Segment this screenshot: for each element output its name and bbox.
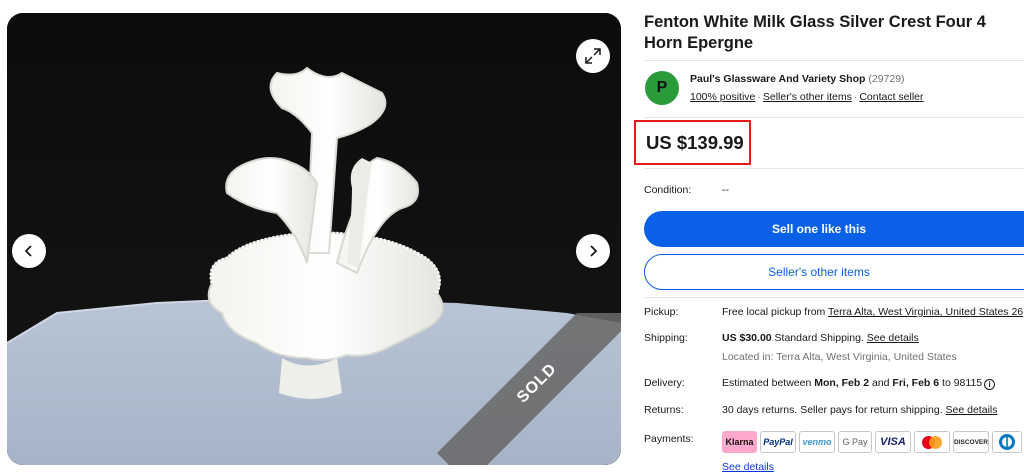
- delivery-value: Estimated between Mon, Feb 2 and Fri, Fe…: [722, 377, 996, 390]
- pickup-label: Pickup:: [644, 306, 679, 318]
- shipping-label: Shipping:: [644, 332, 688, 344]
- discover-icon: DISCOVER: [953, 431, 989, 453]
- seller-links: 100% positive · Seller's other items · Conta…: [690, 91, 924, 103]
- expand-icon: [585, 48, 601, 64]
- gpay-label: G Pay: [842, 437, 868, 447]
- shipping-method: Standard Shipping.: [771, 332, 867, 344]
- other-items-button-label: Seller's other items: [768, 265, 870, 279]
- sell-one-like-this-button[interactable]: Sell one like this: [644, 211, 1024, 247]
- previous-image-button[interactable]: [12, 234, 46, 268]
- expand-image-button[interactable]: [576, 39, 610, 73]
- returns-see-details-link[interactable]: See details: [946, 404, 998, 416]
- delivery-label: Delivery:: [644, 377, 685, 389]
- item-price: US $139.99: [646, 131, 744, 153]
- paypal-icon: PayPal: [760, 431, 796, 453]
- klarna-icon: Klarna: [722, 431, 757, 453]
- pickup-value: Free local pickup from Terra Alta, West …: [722, 306, 1023, 318]
- delivery-and: and: [869, 377, 893, 389]
- seller-feedback-count: (29729): [868, 73, 905, 85]
- venmo-icon: venmo: [799, 431, 835, 453]
- visa-label: VISA: [880, 436, 906, 448]
- returns-label: Returns:: [644, 404, 684, 416]
- condition-label: Condition:: [644, 184, 692, 196]
- visa-icon: VISA: [875, 431, 911, 453]
- item-title: Fenton White Milk Glass Silver Crest Fou…: [644, 13, 986, 52]
- delivery-prefix: Estimated between: [722, 377, 815, 389]
- shipping-value: US $30.00 Standard Shipping. See details: [722, 332, 919, 344]
- paypal-label: PayPal: [763, 437, 793, 447]
- sellers-other-items-button[interactable]: Seller's other items: [644, 254, 1024, 290]
- shipping-cost: US $30.00: [722, 332, 772, 344]
- avatar-letter: P: [656, 79, 668, 96]
- chevron-right-icon: [590, 245, 598, 257]
- delivery-start: Mon, Feb 2: [814, 377, 870, 389]
- sold-label: SOLD: [513, 360, 561, 407]
- sold-ribbon: SOLD: [427, 313, 621, 465]
- seller-name[interactable]: Paul's Glassware And Variety Shop: [690, 73, 865, 85]
- seller-info: P Paul's Glassware And Variety Shop (297…: [644, 60, 1024, 118]
- divider: [644, 297, 1024, 298]
- divider: [644, 168, 1024, 169]
- diners-logo: [999, 434, 1015, 450]
- google-pay-icon: G Pay: [838, 431, 872, 453]
- returns-text: 30 days returns. Seller pays for return …: [722, 404, 946, 416]
- price-highlight: US $139.99: [634, 120, 751, 165]
- discover-label: DISCOVER: [954, 438, 988, 446]
- info-icon[interactable]: i: [984, 379, 996, 390]
- seller-avatar[interactable]: P: [645, 71, 679, 105]
- shipping-see-details-link[interactable]: See details: [867, 332, 919, 344]
- payments-see-details-link[interactable]: See details: [722, 461, 774, 473]
- mastercard-logo: [922, 435, 942, 449]
- delivery-end: Fri, Feb 6: [892, 377, 940, 389]
- pickup-location-link[interactable]: Terra Alta, West Virginia, United States…: [828, 306, 1023, 318]
- mastercard-icon: [914, 431, 950, 453]
- diners-club-icon: [992, 431, 1022, 453]
- returns-value: 30 days returns. Seller pays for return …: [722, 404, 997, 416]
- image-gallery[interactable]: SOLD: [7, 13, 621, 465]
- sell-button-label: Sell one like this: [771, 222, 867, 236]
- chevron-left-icon: [24, 245, 32, 257]
- venmo-label: venmo: [802, 437, 832, 447]
- condition-value: --: [722, 184, 729, 196]
- payment-methods: Klarna PayPal venmo G Pay VISA DISCOVER: [722, 431, 1022, 453]
- klarna-label: Klarna: [725, 437, 754, 447]
- item-location: Located in: Terra Alta, West Virginia, U…: [722, 351, 957, 363]
- seller-name-line: Paul's Glassware And Variety Shop (29729…: [690, 73, 905, 85]
- seller-other-items-link[interactable]: Seller's other items: [763, 91, 852, 103]
- next-image-button[interactable]: [576, 234, 610, 268]
- delivery-zip: to 98115: [939, 377, 983, 389]
- contact-seller-link[interactable]: Contact seller: [859, 91, 923, 103]
- pickup-prefix: Free local pickup from: [722, 306, 829, 318]
- positive-feedback-link[interactable]: 100% positive: [690, 91, 755, 103]
- payments-label: Payments:: [644, 433, 694, 445]
